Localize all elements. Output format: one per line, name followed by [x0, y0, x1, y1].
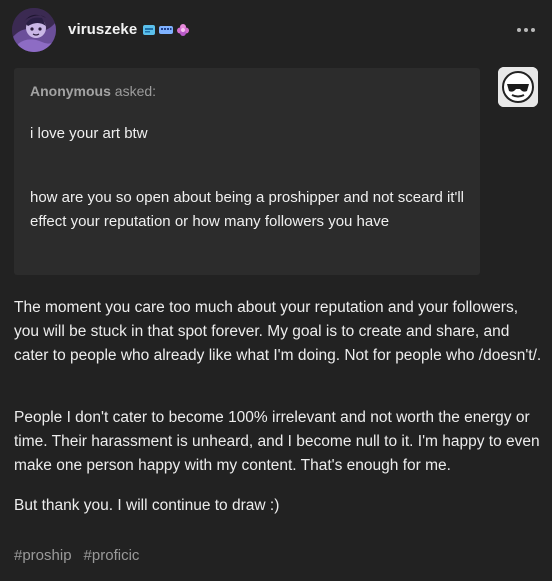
asker-avatar[interactable]	[498, 67, 538, 107]
answer-paragraph-2: People I don't cater to become 100% irre…	[14, 409, 540, 474]
asker-name: Anonymous	[30, 83, 111, 99]
tag-list: #proship #proficic	[14, 547, 139, 564]
answer-paragraph-3: But thank you. I will continue to draw :…	[14, 497, 280, 514]
pink-flower-badge-icon	[177, 24, 189, 36]
post-card: viruszeke Anonymous asked: i love your a…	[0, 0, 552, 581]
more-dot	[517, 28, 521, 32]
blue-badge-icon	[143, 25, 155, 35]
more-dot	[531, 28, 535, 32]
ask-question-line1: i love your art btw	[30, 125, 148, 142]
post-header: viruszeke	[0, 0, 552, 62]
answer-paragraph-1: The moment you care too much about your …	[14, 299, 542, 364]
tag-proficic[interactable]: #proficic	[84, 547, 140, 564]
username[interactable]: viruszeke	[68, 21, 137, 38]
keyboard-badge-icon	[159, 26, 173, 34]
asker-line: Anonymous asked:	[30, 83, 156, 99]
more-dot	[524, 28, 528, 32]
ask-box: Anonymous asked: i love your art btw how…	[14, 68, 480, 275]
avatar-illustration-icon	[12, 8, 56, 52]
asked-label: asked:	[114, 83, 157, 99]
more-options-icon[interactable]	[514, 22, 538, 38]
user-badges	[142, 22, 190, 38]
ask-question-line2: how are you so open about being a proshi…	[30, 189, 464, 230]
tag-proship[interactable]: #proship	[14, 547, 72, 564]
user-avatar[interactable]	[12, 8, 56, 52]
sunglasses-face-icon	[498, 67, 538, 107]
